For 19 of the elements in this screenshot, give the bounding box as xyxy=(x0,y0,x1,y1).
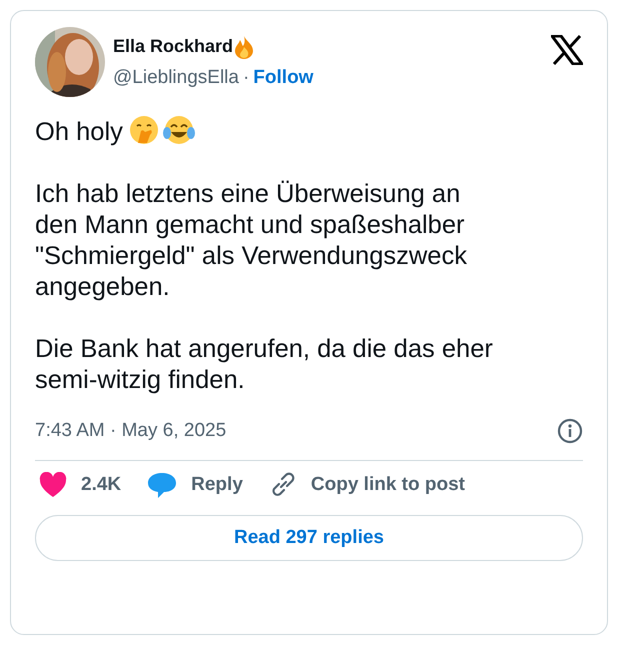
fire-icon xyxy=(233,34,256,58)
author-handle[interactable]: @LieblingsElla xyxy=(113,64,239,92)
read-replies-button[interactable]: Read 297 replies xyxy=(35,515,583,561)
author-name: Ella Rockhard xyxy=(113,35,234,58)
like-action[interactable]: 2.4K xyxy=(39,470,122,499)
x-logo-icon[interactable] xyxy=(551,35,583,65)
post-text: Ich hab letztens eine Überweisung an den Mann gemacht und spaßeshalber "Schmiergeld" als Verwendungszweck angegeben. xyxy=(35,180,467,301)
hand-over-mouth-emoji-icon xyxy=(128,115,159,145)
post-text: Die Bank hat angerufen, da die das eher semi-witzig finden. xyxy=(35,335,493,394)
speech-bubble-icon xyxy=(147,470,178,499)
heart-icon xyxy=(39,472,67,498)
follow-link[interactable]: Follow xyxy=(253,64,314,92)
timestamp[interactable]: 7:43 AM · May 6, 2025 xyxy=(35,417,226,446)
post-text: Oh holy xyxy=(35,118,123,146)
separator-dot: · xyxy=(242,66,250,90)
copy-action[interactable]: Copy link to post xyxy=(268,470,465,499)
info-icon[interactable] xyxy=(557,418,583,444)
tears-of-joy-emoji-icon xyxy=(162,115,195,145)
reply-action[interactable]: Reply xyxy=(147,470,243,499)
